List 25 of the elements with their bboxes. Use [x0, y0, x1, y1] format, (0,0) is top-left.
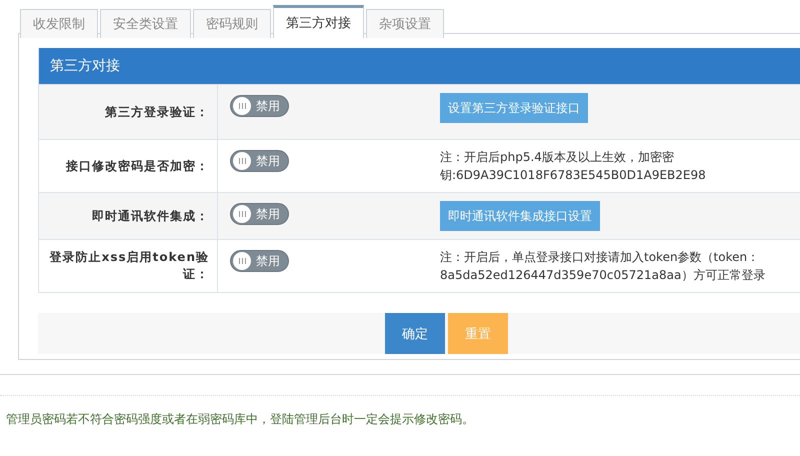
reset-button[interactable]: 重置: [448, 313, 508, 354]
field-label: 第三方登录验证：: [105, 104, 209, 120]
config-button[interactable]: 设置第三方登录验证接口: [440, 93, 588, 123]
note-text: 注：开启后php5.4版本及以上生效，加密密钥:6D9A39C1018F6783E545B0D1A9EB2E98: [440, 149, 707, 184]
tab[interactable]: 第三方对接: [273, 5, 364, 38]
tab[interactable]: 收发限制: [20, 9, 98, 38]
field-label: 即时通讯软件集成：: [92, 208, 209, 224]
toggle-switch[interactable]: 禁用: [230, 250, 289, 272]
tab[interactable]: 杂项设置: [366, 9, 444, 38]
grip-icon: [238, 103, 246, 109]
grip-icon: [238, 258, 246, 264]
section-header: 第三方对接: [39, 48, 800, 84]
confirm-button[interactable]: 确定: [385, 313, 445, 354]
grip-icon: [238, 158, 246, 164]
tab[interactable]: 密码规则: [193, 9, 271, 38]
config-button[interactable]: 即时通讯软件集成接口设置: [440, 201, 600, 231]
field-label: 接口修改密码是否加密：: [66, 158, 209, 174]
toggle-switch[interactable]: 禁用: [230, 203, 289, 225]
footer-note: 管理员密码若不符合密码强度或者在弱密码库中，登陆管理后台时一定会提示修改密码。: [5, 411, 475, 428]
tab[interactable]: 安全类设置: [100, 9, 191, 38]
note-text: 注：开启后，单点登录接口对接请加入token参数（token：8a5da52ed126447d359e70c05721a8aa）方可正常登录: [440, 249, 766, 284]
toggle-switch[interactable]: 禁用: [230, 150, 289, 172]
toggle-switch[interactable]: 禁用: [230, 95, 289, 117]
grip-icon: [238, 211, 246, 217]
field-label: 登录防止xss启用token验证：: [48, 249, 209, 283]
